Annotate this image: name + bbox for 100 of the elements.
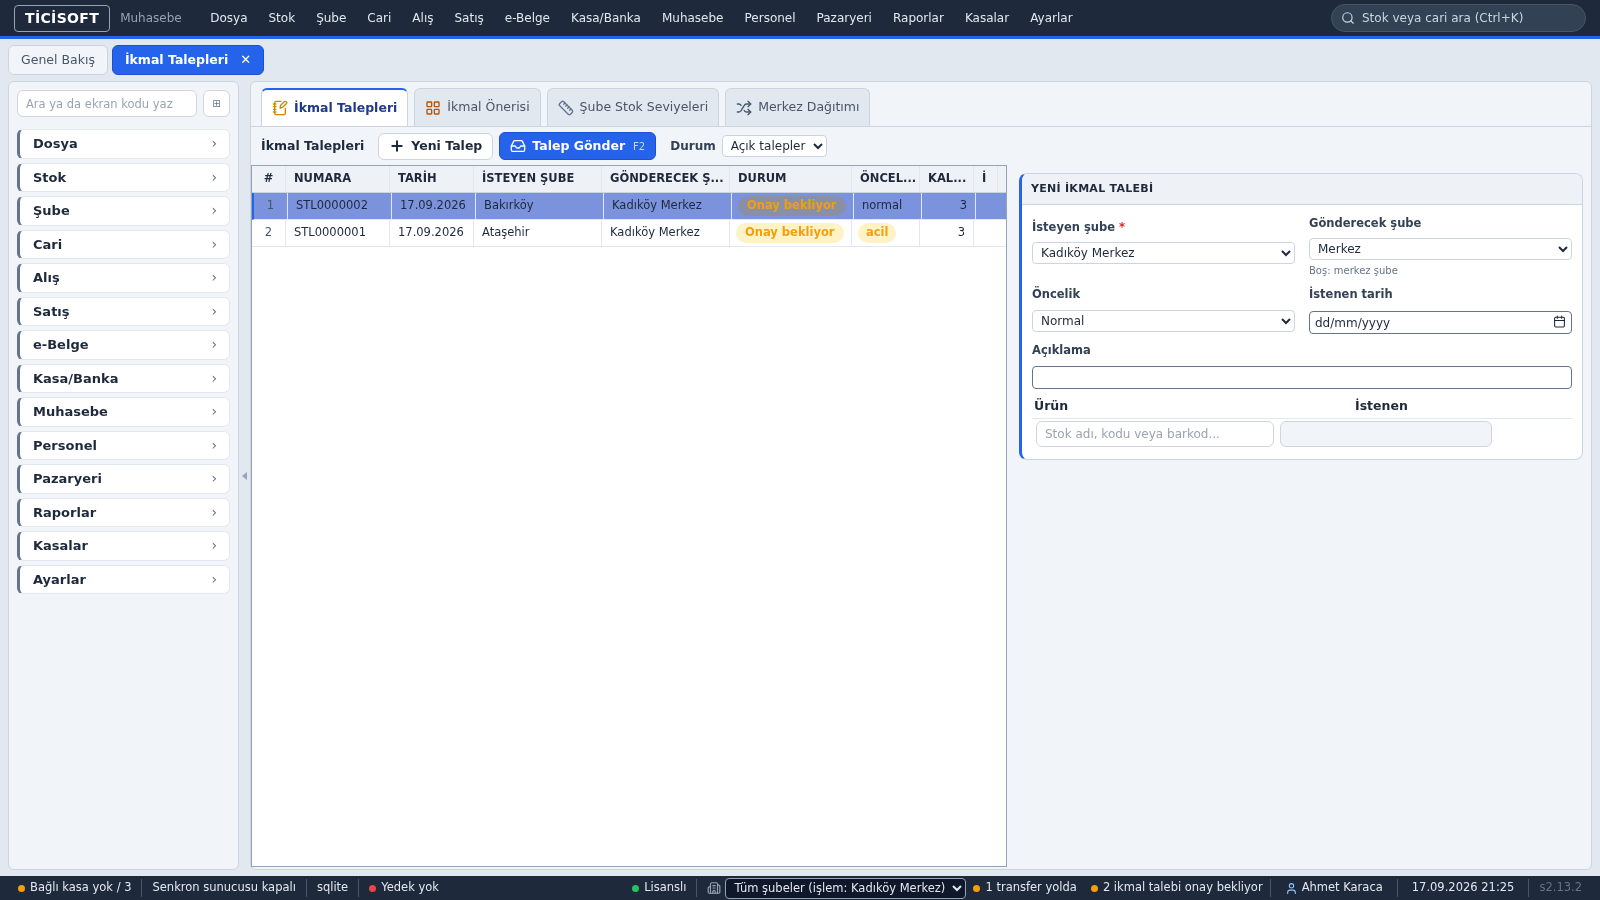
product-field[interactable]: Stok adı, kodu veya barkod... <box>1036 420 1274 447</box>
chevron-icon: › <box>211 434 217 456</box>
menu-item[interactable]: Raporlar <box>882 9 955 27</box>
grid-button[interactable]: ⊞ <box>203 90 230 117</box>
sidebar-item[interactable]: Kasa/Banka › <box>17 363 230 393</box>
chevron-icon: › <box>211 367 217 389</box>
sender-select[interactable]: Merkez <box>1309 238 1572 261</box>
column-header[interactable]: GÖNDERECEK Ş... <box>610 170 724 188</box>
close-icon[interactable]: ✕ <box>240 50 252 70</box>
datetime-text: 17.09.2026 21:25 <box>1396 879 1529 897</box>
search-icon <box>1341 11 1355 25</box>
priority-select[interactable]: Normal <box>1032 309 1295 332</box>
field-label: İsteyen şube * <box>1032 219 1126 236</box>
new-request-button[interactable]: Yeni Talep <box>378 132 494 160</box>
grid-icon <box>425 99 442 116</box>
page-tab[interactable]: İkmal Talepleri ✕ <box>111 45 265 75</box>
column-header[interactable]: DURUM <box>738 170 787 188</box>
menu-item[interactable]: Pazaryeri <box>806 9 883 27</box>
table-cell: 3 <box>957 224 965 242</box>
sidebar-item[interactable]: Ayarlar › <box>17 564 230 594</box>
menu-item[interactable]: Kasalar <box>954 9 1020 27</box>
search-field[interactable]: Stok veya cari ara (Ctrl+K) <box>1331 4 1586 32</box>
menu-item[interactable]: e-Belge <box>494 9 561 27</box>
column-header[interactable]: ÖNCEL... <box>860 170 917 188</box>
field-label: İstenen tarih <box>1309 286 1394 304</box>
status-badge: Onay bekliyor <box>738 196 846 216</box>
sidebar-item[interactable]: Dosya › <box>17 129 230 159</box>
sidebar-item[interactable]: Stok › <box>17 162 230 192</box>
chevron-icon: › <box>211 166 217 188</box>
column-header[interactable]: İ <box>982 170 987 188</box>
calendar-icon <box>1553 314 1566 328</box>
column-header: İstenen <box>1355 397 1408 415</box>
column-header[interactable]: NUMARA <box>294 170 352 188</box>
column-header: Ürün <box>1033 397 1070 415</box>
user-name: Ahmet Karaca <box>1301 879 1383 897</box>
sidebar-item[interactable]: Alış › <box>17 263 230 293</box>
send-request-button[interactable]: Talep Gönder F2 <box>499 132 657 160</box>
field-label: Açıklama <box>1032 342 1092 359</box>
description-field[interactable] <box>1032 365 1572 389</box>
version-text: s2.13.2 <box>1528 879 1592 897</box>
field-label: Gönderecek şube <box>1309 215 1423 232</box>
sidebar-item[interactable]: Şube › <box>17 196 230 226</box>
content-tab[interactable]: Şube Stok Seviyeleri <box>546 88 720 126</box>
tray-icon <box>510 138 527 154</box>
sidebar-item[interactable]: Cari › <box>17 229 230 259</box>
table-cell: 2 <box>264 224 273 242</box>
toolbar-title: İkmal Talepleri <box>261 136 365 155</box>
menu-item[interactable]: Personel <box>734 9 807 27</box>
alert-text: 2 ikmal talebi onay bekliyor <box>1102 879 1263 897</box>
status-filter-label: Durum <box>670 138 716 155</box>
content-tab[interactable]: İkmal Talepleri <box>261 88 409 126</box>
status-filter-select[interactable]: Açık talepler <box>721 135 827 157</box>
priority-text: normal <box>861 197 904 215</box>
table-row[interactable]: 2 STL0000001 17.09.2026 Ataşehir Kadıköy Merkez Onay bekliyor acil 3 <box>252 220 1006 247</box>
logo: TİCİSOFT <box>14 4 111 32</box>
table-cell: Bakırköy <box>484 197 534 215</box>
menu-item[interactable]: Cari <box>356 9 402 27</box>
menu-item[interactable]: Dosya <box>199 9 258 27</box>
table-cell: 3 <box>959 197 967 215</box>
sidebar-item[interactable]: Pazaryeri › <box>17 464 230 494</box>
requester-select[interactable]: Kadıköy Merkez <box>1032 242 1295 265</box>
table-cell: Kadıköy Merkez <box>612 197 702 215</box>
license-text: Lisanslı <box>644 879 687 897</box>
menu-item[interactable]: Stok <box>258 9 306 27</box>
sidebar-item[interactable]: Muhasebe › <box>17 397 230 427</box>
menu-item[interactable]: Şube <box>305 9 357 27</box>
status-badge: Onay bekliyor <box>736 223 844 243</box>
content-tab[interactable]: Merkez Dağıtımı <box>725 88 871 126</box>
page-tab[interactable]: Genel Bakış <box>8 45 108 75</box>
sidebar-item[interactable]: Satış › <box>17 296 230 326</box>
column-header[interactable]: # <box>263 170 274 188</box>
sidebar-item[interactable]: Kasalar › <box>17 531 230 561</box>
date-field[interactable]: dd/mm/yyyy <box>1309 311 1572 334</box>
table-row[interactable]: 1 STL0000002 17.09.2026 Bakırköy Kadıköy Merkez Onay bekliyor normal 3 <box>252 193 1006 220</box>
chevron-icon: › <box>211 535 217 557</box>
menu-item[interactable]: Satış <box>444 9 495 27</box>
shortcut-hint: F2 <box>633 139 646 154</box>
column-header[interactable]: İSTEYEN ŞUBE <box>482 170 575 188</box>
module-name: Muhasebe <box>120 10 182 27</box>
user-icon <box>1284 881 1298 895</box>
chevron-icon: › <box>211 267 217 289</box>
sidebar-item[interactable]: Raporlar › <box>17 497 230 527</box>
menu-item[interactable]: Ayarlar <box>1019 9 1084 27</box>
sidebar-item[interactable]: Personel › <box>17 430 230 460</box>
menu-item[interactable]: Alış <box>401 9 444 27</box>
field-hint: Boş: merkez şube <box>1309 264 1399 279</box>
sidebar-item[interactable]: e-Belge › <box>17 330 230 360</box>
column-header[interactable]: TARİH <box>398 170 437 188</box>
branch-select[interactable]: Tüm şubeler (işlem: Kadıköy Merkez) <box>725 877 967 899</box>
form-title: YENİ İKMAL TALEBİ <box>1031 180 1154 197</box>
chevron-icon: › <box>211 568 217 590</box>
table-cell: 17.09.2026 <box>398 224 464 242</box>
menu-item[interactable]: Kasa/Banka <box>560 9 652 27</box>
menu-item[interactable]: Muhasebe <box>651 9 734 27</box>
content-tab[interactable]: İkmal Önerisi <box>414 88 541 126</box>
chevron-icon: › <box>211 401 217 423</box>
column-header[interactable]: KAL... <box>928 170 967 188</box>
sidebar-search-field[interactable]: Ara ya da ekran kodu yaz <box>17 90 197 117</box>
ruler-icon <box>557 99 574 116</box>
status-text: Bağlı kasa yok / 3 <box>30 879 132 897</box>
